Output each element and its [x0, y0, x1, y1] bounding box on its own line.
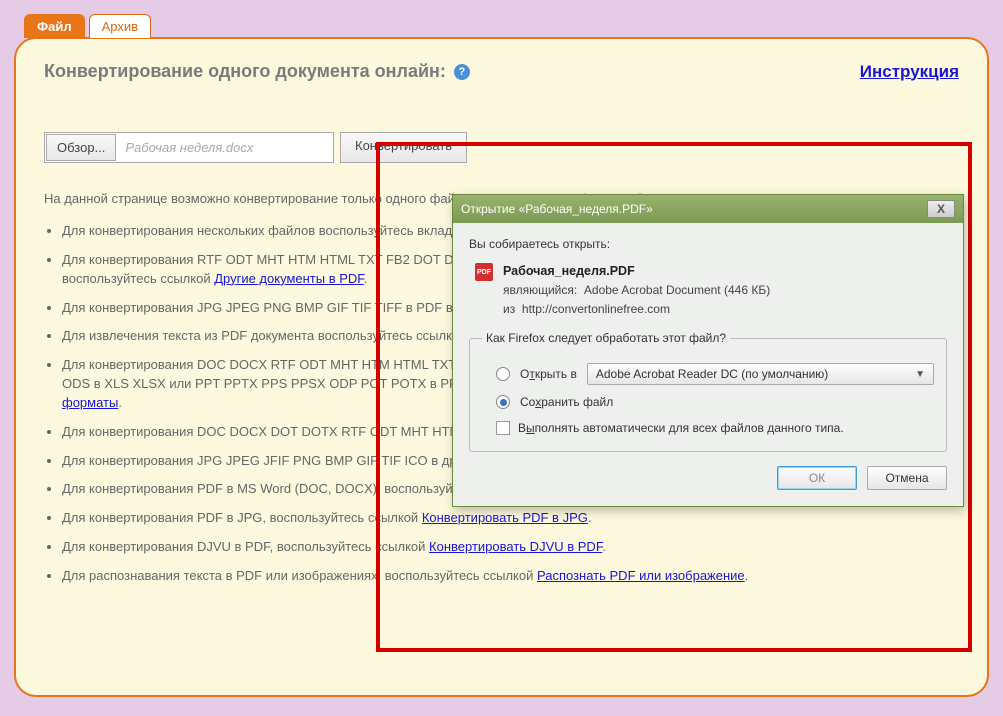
inline-link[interactable]: Конвертировать DJVU в PDF [429, 539, 602, 554]
file-from-value: http://convertonlinefree.com [522, 302, 670, 316]
download-dialog: Открытие «Рабочая_неделя.PDF» X Вы собир… [452, 194, 964, 507]
file-type-value: Adobe Acrobat Document (446 КБ) [584, 283, 770, 297]
inline-link[interactable]: Распознать PDF или изображение [537, 568, 745, 583]
chevron-down-icon: ▼ [915, 369, 925, 380]
auto-label: Выполнять автоматически для всех файлов … [518, 421, 844, 435]
close-icon[interactable]: X [927, 200, 955, 218]
convert-button[interactable]: Конвертировать [340, 132, 467, 163]
radio-save-file[interactable] [496, 395, 510, 409]
auto-checkbox[interactable] [496, 421, 510, 435]
content-panel: Конвертирование одного документа онлайн:… [14, 37, 989, 697]
browse-button[interactable]: Обзор... [46, 134, 116, 161]
radio-open-with[interactable] [496, 367, 510, 381]
file-type-label: являющийся: [503, 283, 577, 297]
dialog-title: Открытие «Рабочая_неделя.PDF» [461, 202, 653, 216]
pdf-icon: PDF [475, 263, 493, 281]
open-with-label: Открыть в [520, 367, 577, 381]
dialog-titlebar[interactable]: Открытие «Рабочая_неделя.PDF» X [453, 195, 963, 223]
instruction-link[interactable]: Инструкция [860, 62, 959, 82]
open-with-dropdown[interactable]: Adobe Acrobat Reader DC (по умолчанию) ▼ [587, 363, 934, 385]
tab-file[interactable]: Файл [24, 14, 85, 38]
handle-fieldset: Как Firefox следует обработать этот файл… [469, 331, 947, 452]
page-title: Конвертирование одного документа онлайн:… [44, 61, 470, 82]
dialog-file-name: Рабочая_неделя.PDF [503, 261, 770, 281]
list-item: Для конвертирования PDF в JPG, воспользу… [62, 509, 959, 528]
open-with-app: Adobe Acrobat Reader DC (по умолчанию) [596, 367, 828, 381]
selected-file-name: Рабочая неделя.docx [117, 133, 333, 162]
tab-archive[interactable]: Архив [89, 14, 151, 38]
list-item: Для конвертирования DJVU в PDF, воспольз… [62, 538, 959, 557]
help-icon[interactable]: ? [454, 64, 470, 80]
file-from-label: из [503, 302, 515, 316]
list-item: Для распознавания текста в PDF или изобр… [62, 567, 959, 586]
inline-link[interactable]: Конвертировать PDF в JPG [422, 510, 588, 525]
cancel-button[interactable]: Отмена [867, 466, 947, 490]
opening-label: Вы собираетесь открыть: [469, 237, 947, 251]
ok-button[interactable]: ОК [777, 466, 857, 490]
save-file-label: Сохранить файл [520, 395, 613, 409]
page-title-text: Конвертирование одного документа онлайн: [44, 61, 446, 82]
handle-legend: Как Firefox следует обработать этот файл… [482, 331, 730, 345]
tabs: Файл Архив [24, 14, 989, 38]
file-input-box: Обзор... Рабочая неделя.docx [44, 132, 334, 163]
inline-link[interactable]: Другие документы в PDF [214, 271, 364, 286]
